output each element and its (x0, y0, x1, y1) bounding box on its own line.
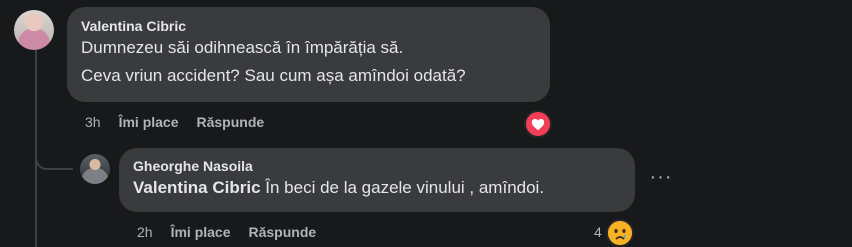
heart-icon-glyph (531, 118, 545, 130)
crying-face-glyph (608, 221, 632, 245)
like-button[interactable]: Îmi place (171, 224, 231, 240)
heart-icon[interactable] (524, 110, 552, 138)
comment-author[interactable]: Valentina Cibric (81, 18, 536, 34)
more-options-icon[interactable]: ··· (646, 167, 676, 192)
reply-author[interactable]: Gheorghe Nasoila (133, 158, 621, 174)
reply-connector (35, 142, 73, 170)
reaction-count[interactable]: 4 (594, 224, 602, 240)
comment-actions: 3h Îmi place Răspunde (85, 114, 282, 130)
reply-button[interactable]: Răspunde (197, 114, 265, 130)
like-button[interactable]: Îmi place (119, 114, 179, 130)
reply-text: În beci de la gazele vinului , amîndoi. (260, 178, 545, 197)
reply-button[interactable]: Răspunde (249, 224, 317, 240)
reply-timestamp[interactable]: 2h (137, 224, 153, 240)
reply-bubble: Gheorghe Nasoila Valentina Cibric În bec… (119, 148, 635, 212)
comment-text-line-1: Dumnezeu săi odihnească în împărăția să. (81, 38, 404, 57)
avatar[interactable] (80, 154, 110, 184)
avatar[interactable] (14, 10, 54, 50)
comment-timestamp[interactable]: 3h (85, 114, 101, 130)
reply-actions: 2h Îmi place Răspunde (137, 224, 334, 240)
comment-bubble: Valentina Cibric Dumnezeu săi odihnească… (67, 7, 550, 102)
reply-mention[interactable]: Valentina Cibric (133, 178, 261, 197)
reply-text-line: Valentina Cibric În beci de la gazele vi… (133, 174, 621, 202)
crying-face-icon[interactable] (606, 219, 634, 247)
comment-text-line-2: Ceva vriun accident? Sau cum așa amîndoi… (81, 66, 466, 85)
